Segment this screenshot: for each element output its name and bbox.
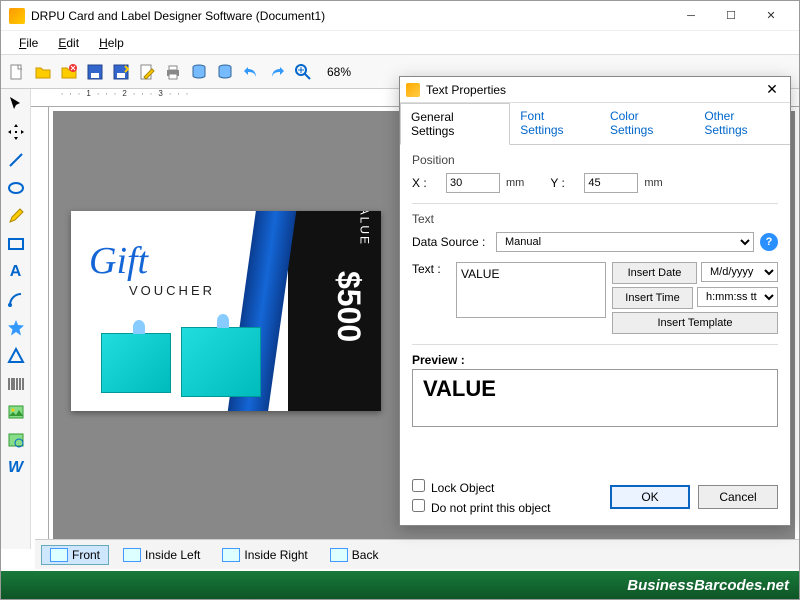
x-label: X : (412, 176, 440, 190)
text-group: Text Data Source : Manual ? Text : VALUE… (412, 212, 778, 334)
card-preview[interactable]: Gift VOUCHER VALUE $500 (71, 211, 381, 411)
dialog-icon (406, 83, 420, 97)
dialog-title: Text Properties (426, 83, 506, 97)
tab-front[interactable]: Front (41, 545, 109, 565)
close-button[interactable]: ✕ (751, 2, 791, 30)
menu-edit[interactable]: Edit (48, 34, 89, 52)
redo-icon[interactable] (265, 60, 289, 84)
arc-tool-icon[interactable] (5, 289, 27, 311)
date-format-select[interactable]: M/d/yyyy (701, 262, 778, 282)
position-group: Position X : mm Y : mm (412, 153, 778, 193)
app-icon (9, 8, 25, 24)
zoom-value[interactable]: 68% (323, 64, 355, 80)
pencil-tool-icon[interactable] (5, 205, 27, 227)
giftbox-icon (181, 327, 261, 397)
y-unit: mm (644, 177, 662, 189)
move-tool-icon[interactable] (5, 121, 27, 143)
pointer-tool-icon[interactable] (5, 93, 27, 115)
position-label: Position (412, 153, 778, 167)
dialog-tabs: General Settings Font Settings Color Set… (400, 103, 790, 145)
lock-object-checkbox[interactable]: Lock Object (412, 479, 550, 495)
open-icon[interactable] (31, 60, 55, 84)
window-title: DRPU Card and Label Designer Software (D… (31, 9, 671, 23)
footer-brand: BusinessBarcodes.net (1, 571, 799, 599)
titlebar: DRPU Card and Label Designer Software (D… (1, 1, 799, 31)
tab-inside-left[interactable]: Inside Left (115, 546, 208, 564)
y-input[interactable] (584, 173, 638, 193)
text-group-label: Text (412, 212, 778, 226)
undo-icon[interactable] (239, 60, 263, 84)
datasource-label: Data Source : (412, 235, 490, 249)
separator (412, 203, 778, 204)
menu-file[interactable]: File (9, 34, 48, 52)
ellipse-tool-icon[interactable] (5, 177, 27, 199)
x-unit: mm (506, 177, 524, 189)
star-tool-icon[interactable] (5, 317, 27, 339)
giftbox-icon (101, 333, 171, 393)
text-input[interactable]: VALUE (456, 262, 606, 318)
line-tool-icon[interactable] (5, 149, 27, 171)
page-icon (330, 548, 348, 562)
library-tool-icon[interactable] (5, 429, 27, 451)
y-label: Y : (550, 176, 578, 190)
menubar: File Edit Help (1, 31, 799, 55)
minimize-button[interactable]: ─ (671, 2, 711, 30)
side-tabs: Front Inside Left Inside Right Back (35, 539, 799, 569)
db-icon[interactable] (187, 60, 211, 84)
preview-box: VALUE (412, 369, 778, 427)
preview-label: Preview : (412, 353, 778, 367)
ok-button[interactable]: OK (610, 485, 690, 509)
page-icon (222, 548, 240, 562)
wordart-tool-icon[interactable]: W (5, 457, 27, 479)
cancel-button[interactable]: Cancel (698, 485, 778, 509)
text-tool-icon[interactable]: A (5, 261, 27, 283)
page-icon (123, 548, 141, 562)
time-format-select[interactable]: h:mm:ss tt (697, 287, 778, 307)
card-value-amount: $500 (330, 271, 367, 342)
tab-back[interactable]: Back (322, 546, 387, 564)
rect-tool-icon[interactable] (5, 233, 27, 255)
ruler-vertical (31, 107, 49, 549)
separator (412, 344, 778, 345)
edit-icon[interactable] (135, 60, 159, 84)
dialog-footer: Lock Object Do not print this object OK … (400, 471, 790, 525)
card-voucher-text: VOUCHER (129, 283, 215, 298)
text-properties-dialog: Text Properties ✕ General Settings Font … (399, 76, 791, 526)
page-icon (50, 548, 68, 562)
tab-inside-right[interactable]: Inside Right (214, 546, 315, 564)
save-icon[interactable] (83, 60, 107, 84)
insert-date-button[interactable]: Insert Date (612, 262, 697, 284)
dialog-titlebar[interactable]: Text Properties ✕ (400, 77, 790, 103)
help-icon[interactable]: ? (760, 233, 778, 251)
left-toolbox: A W (1, 89, 31, 549)
triangle-tool-icon[interactable] (5, 345, 27, 367)
tab-font-settings[interactable]: Font Settings (510, 103, 600, 144)
insert-time-button[interactable]: Insert Time (612, 287, 693, 309)
tab-color-settings[interactable]: Color Settings (600, 103, 694, 144)
close-doc-icon[interactable] (57, 60, 81, 84)
dialog-close-icon[interactable]: ✕ (760, 81, 784, 98)
maximize-button[interactable]: ☐ (711, 2, 751, 30)
image-tool-icon[interactable] (5, 401, 27, 423)
tab-other-settings[interactable]: Other Settings (694, 103, 790, 144)
menu-help[interactable]: Help (89, 34, 134, 52)
dialog-body: Position X : mm Y : mm Text Data Source … (400, 145, 790, 471)
datasource-select[interactable]: Manual (496, 232, 754, 252)
tab-general-settings[interactable]: General Settings (400, 103, 510, 145)
saveas-icon[interactable] (109, 60, 133, 84)
x-input[interactable] (446, 173, 500, 193)
insert-template-button[interactable]: Insert Template (612, 312, 778, 334)
noprint-checkbox[interactable]: Do not print this object (412, 499, 550, 515)
zoom-in-icon[interactable] (291, 60, 315, 84)
print-icon[interactable] (161, 60, 185, 84)
db2-icon[interactable] (213, 60, 237, 84)
text-label: Text : (412, 262, 450, 276)
barcode-tool-icon[interactable] (5, 373, 27, 395)
new-icon[interactable] (5, 60, 29, 84)
card-value-label: VALUE (357, 211, 371, 246)
card-gift-text: Gift (89, 239, 148, 283)
